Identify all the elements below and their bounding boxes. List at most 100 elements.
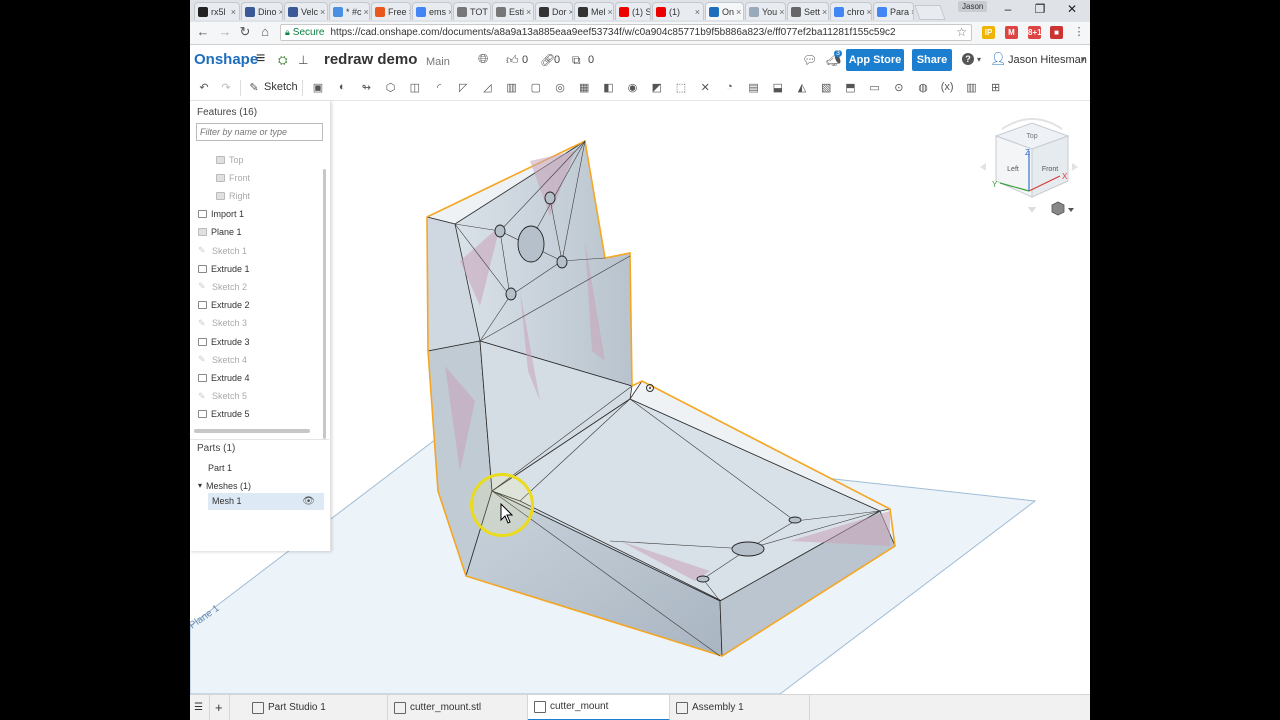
profile-button[interactable]: Jason [958,1,988,12]
feature-item[interactable]: Plane 1 [198,224,242,241]
link-icon[interactable]: 🔗︎ [540,53,555,67]
browser-tab[interactable]: Free× [371,2,411,20]
user-name[interactable]: Jason Hitesman [1008,54,1087,66]
feature-item[interactable]: Top [216,151,244,168]
tab-close-icon[interactable]: × [909,7,913,17]
browser-tab[interactable]: ems× [412,2,452,20]
move-face-icon[interactable]: ▤ [746,79,762,95]
part-item[interactable]: Part 1 [208,459,232,476]
undo-icon[interactable]: ↶ [196,79,212,95]
chamfer-icon[interactable]: ◸ [455,79,471,95]
extrude-icon[interactable]: ▣ [310,79,326,95]
feature-item[interactable]: Extrude 4 [198,369,250,386]
plane-icon[interactable]: ▭ [867,79,883,95]
extension-icon[interactable]: IP [982,26,995,39]
browser-tab[interactable]: Dino× [241,2,283,20]
tab-close-icon[interactable]: × [567,7,572,17]
wrap-icon[interactable]: ⬒ [842,79,858,95]
view-cube[interactable]: Top Left Front Z X Y [980,118,1078,213]
feature-item[interactable]: Extrude 1 [198,260,250,277]
browser-tab[interactable]: rx5l × [194,2,240,20]
restore-icon[interactable]: ❐ [1030,2,1050,16]
shell-icon[interactable]: ▢ [528,79,544,95]
chrome-menu-icon[interactable]: ⋮ [1070,25,1088,38]
browser-tab[interactable]: (1) S× [615,2,651,20]
tab-close-icon[interactable]: × [407,7,410,17]
branch-icon[interactable]: ⊥ [298,53,308,67]
tab-close-icon[interactable]: × [229,7,236,17]
sweep-icon[interactable]: ↬ [358,79,374,95]
tab-close-icon[interactable]: × [777,7,784,17]
browser-tab[interactable]: Para× [873,2,914,20]
new-tab-button[interactable] [914,5,946,20]
document-tab[interactable]: cutter_mount [528,695,670,720]
chevron-down-icon[interactable]: ▾ [198,481,202,490]
extension-icon[interactable]: 8+1 [1028,26,1042,39]
browser-tab[interactable]: * #c × [329,2,370,20]
mirror-icon[interactable]: ◧ [600,79,616,95]
tab-manager-icon[interactable]: ☰ [190,695,210,720]
rib-icon[interactable]: ▥ [504,79,520,95]
browser-tab[interactable]: TOT× [453,2,491,20]
tab-close-icon[interactable]: × [362,7,369,17]
user-avatar-icon[interactable]: 👤︎ [990,51,1007,67]
sketch-pencil-icon[interactable]: ✎ [246,79,262,95]
extension-icon[interactable]: ■ [1050,26,1063,39]
split-icon[interactable]: ◩ [649,79,665,95]
feature-item[interactable]: Import 1 [198,206,244,223]
draft-icon[interactable]: ◿ [479,79,495,95]
variable-icon[interactable]: (x) [939,79,955,95]
globe-icon[interactable]: 🌐︎ [478,51,488,67]
feature-item[interactable]: ✎ Sketch 4 [198,351,247,368]
back-icon[interactable]: ← [194,24,212,39]
tab-close-icon[interactable]: × [446,7,451,17]
url-field[interactable]: 🔒︎ Secure https://cad.onshape.com/docume… [280,24,972,41]
feature-item[interactable]: ✎ Sketch 1 [198,242,247,259]
feature-item[interactable]: ✎ Sketch 2 [198,278,247,295]
share-button[interactable]: Share [912,49,952,71]
reload-icon[interactable]: ↻ [236,24,254,40]
document-tab[interactable]: cutter_mount.stl [388,695,528,720]
browser-tab[interactable]: (1) × [652,2,704,20]
minimize-icon[interactable]: – [998,2,1018,16]
tab-close-icon[interactable]: × [488,7,491,17]
feature-item[interactable]: ✎ Sketch 3 [198,315,247,332]
help-icon[interactable]: ? [962,53,974,65]
loft-icon[interactable]: ⬡ [383,79,399,95]
browser-tab[interactable]: Esti × [492,2,534,20]
browser-tab[interactable]: Mel × [574,2,614,20]
viewcube-left[interactable]: Left [1007,166,1019,173]
feature-list-scrollbar[interactable] [323,169,326,439]
transform-icon[interactable]: ⬚ [673,79,689,95]
configuration-icon[interactable]: ▥ [963,79,979,95]
view-down-arrow-icon[interactable] [1028,207,1036,213]
view-right-arrow-icon[interactable] [1072,163,1078,171]
copy-icon[interactable]: ⧉ [572,53,581,68]
enclose-icon[interactable]: ▧ [818,79,834,95]
fillet-icon[interactable]: ◜ [431,79,447,95]
feature-item[interactable]: Right [216,187,250,204]
close-window-icon[interactable]: ✕ [1062,2,1082,16]
pattern-icon[interactable]: ▦ [576,79,592,95]
menu-icon[interactable]: ≡ [256,50,265,68]
tab-close-icon[interactable]: × [606,7,613,17]
modify-fillet-icon[interactable]: ◔ [721,79,737,95]
viewcube-front[interactable]: Front [1042,166,1058,173]
measure-icon[interactable]: ◍ [915,79,931,95]
feature-list-hscrollbar[interactable] [194,429,310,433]
tab-close-icon[interactable]: × [734,7,741,17]
version-graph-icon[interactable]: ⛭ [278,53,288,68]
tab-close-icon[interactable]: × [318,7,325,17]
more-tools-icon[interactable]: ⊞ [988,79,1004,95]
part-mesh[interactable] [426,140,896,657]
forward-icon[interactable]: → [216,24,234,39]
feature-filter-input[interactable] [196,123,323,141]
home-icon[interactable]: ⌂ [256,24,274,39]
tab-close-icon[interactable]: × [524,7,531,17]
user-chevron-icon[interactable]: ▾ [1081,55,1085,64]
meshes-group[interactable]: ▾ Meshes (1) [198,477,251,494]
mesh-item[interactable]: Mesh 1 👁︎ [208,493,324,510]
replace-face-icon[interactable]: ⬓ [770,79,786,95]
bookmark-star-icon[interactable]: ☆ [956,25,967,39]
feature-item[interactable]: Extrude 3 [198,333,250,350]
